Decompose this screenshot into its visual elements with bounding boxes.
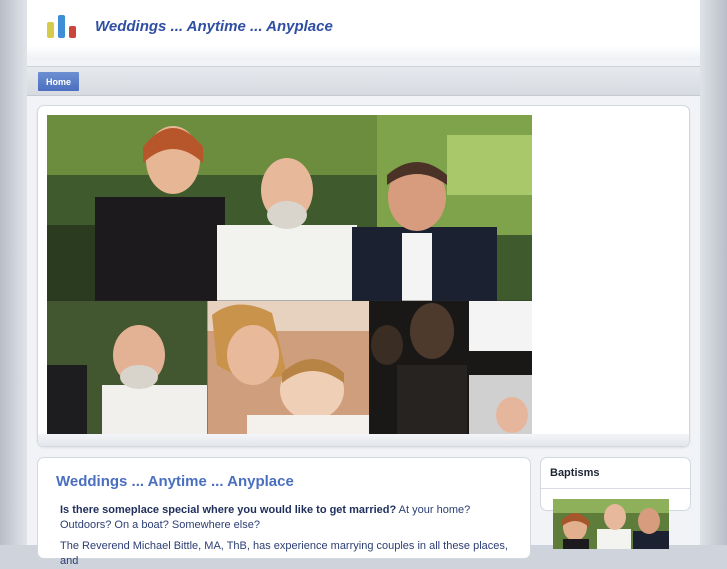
- intro-question: Is there someplace special where you wou…: [60, 504, 397, 516]
- site-title[interactable]: Weddings ... Anytime ... Anyplace: [95, 18, 333, 35]
- bar-chart-logo-icon[interactable]: [47, 14, 77, 38]
- sidebar-divider: [541, 488, 690, 489]
- experience-paragraph: The Reverend Michael Bittle, MA, ThB, ha…: [60, 540, 508, 567]
- logo-bar-yellow: [47, 22, 54, 38]
- wedding-photo-collage: [47, 115, 532, 434]
- logo-bar-blue: [58, 15, 65, 38]
- content-heading: Weddings ... Anytime ... Anyplace: [56, 473, 294, 490]
- main-content-box: Weddings ... Anytime ... Anyplace Is the…: [37, 457, 531, 567]
- intro-paragraph: Is there someplace special where you wou…: [60, 503, 510, 533]
- main-navigation: Home: [27, 66, 700, 96]
- baptism-photo: [553, 499, 669, 549]
- nav-home-button[interactable]: Home: [38, 72, 79, 91]
- logo-bar-red: [69, 26, 76, 38]
- sidebar-heading: Baptisms: [550, 467, 600, 479]
- site-header: Weddings ... Anytime ... Anyplace: [27, 0, 700, 60]
- hero-panel-footer: [38, 434, 689, 446]
- hero-panel: [37, 105, 690, 447]
- page-wrapper: Weddings ... Anytime ... Anyplace Home W…: [27, 0, 700, 567]
